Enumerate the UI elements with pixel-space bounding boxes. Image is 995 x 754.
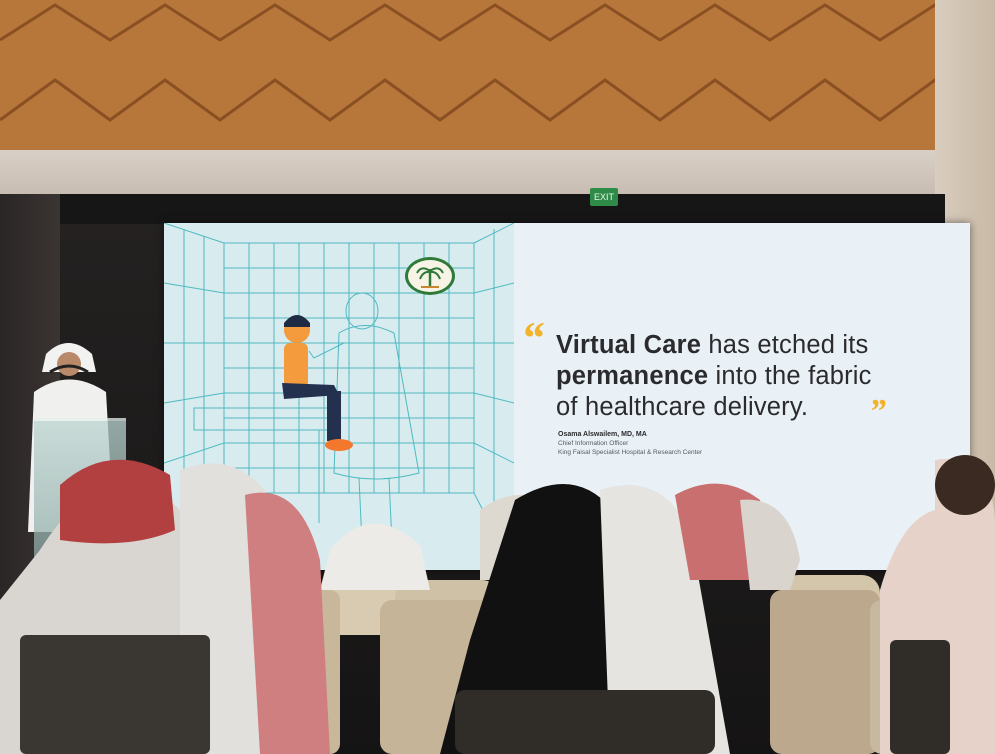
hospital-logo	[405, 257, 455, 295]
quote-text-2: into the fabric	[708, 362, 872, 390]
open-quote-icon: “	[521, 312, 544, 363]
quote-emphasis-1: Virtual Care	[556, 331, 702, 359]
quote-emphasis-2: permanence	[556, 362, 709, 390]
slide-quote: Virtual Care has etched its permanence i…	[556, 330, 956, 423]
close-quote-icon: ”	[869, 393, 886, 430]
quote-text-1: has etched its	[701, 331, 869, 359]
quote-text-3: of healthcare delivery.	[556, 393, 809, 421]
exit-sign: EXIT	[590, 188, 618, 206]
audience	[0, 455, 995, 754]
ceiling-fascia	[0, 150, 995, 194]
conference-hall-photo: EXIT “ Virtual Care has etched its perma…	[0, 0, 995, 754]
attribution-name: Osama Alswailem, MD, MA	[558, 431, 647, 438]
wooden-ceiling	[0, 0, 995, 150]
stage-backdrop	[0, 194, 945, 224]
